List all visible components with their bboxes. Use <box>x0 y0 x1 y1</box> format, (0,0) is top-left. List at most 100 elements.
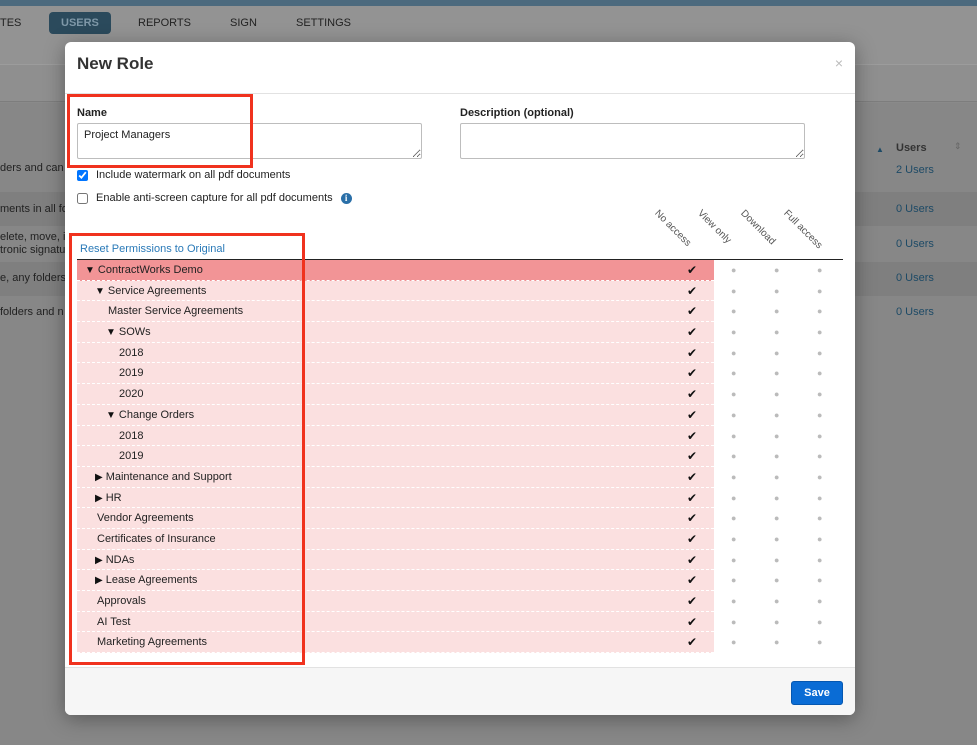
caret-down-icon[interactable]: ▼ <box>106 327 116 338</box>
no-access-check-icon[interactable]: ✔ <box>687 635 697 649</box>
no-access-check-icon[interactable]: ✔ <box>687 304 697 318</box>
download-radio[interactable]: ● <box>774 348 779 358</box>
view-only-radio[interactable]: ● <box>731 348 736 358</box>
caret-right-icon[interactable]: ▶ <box>95 555 103 566</box>
view-only-radio[interactable]: ● <box>731 472 736 482</box>
users-count-link[interactable]: 0 Users <box>896 272 934 284</box>
no-access-check-icon[interactable]: ✔ <box>687 284 697 298</box>
download-radio[interactable]: ● <box>774 534 779 544</box>
download-radio[interactable]: ● <box>774 368 779 378</box>
no-access-check-icon[interactable]: ✔ <box>687 429 697 443</box>
no-access-check-icon[interactable]: ✔ <box>687 408 697 422</box>
download-radio[interactable]: ● <box>774 410 779 420</box>
view-only-radio[interactable]: ● <box>731 513 736 523</box>
download-radio[interactable]: ● <box>774 286 779 296</box>
full-access-radio[interactable]: ● <box>817 389 822 399</box>
view-only-radio[interactable]: ● <box>731 431 736 441</box>
no-access-check-icon[interactable]: ✔ <box>687 511 697 525</box>
nav-tab-templates[interactable]: TES <box>0 12 21 34</box>
view-only-radio[interactable]: ● <box>731 286 736 296</box>
view-only-radio[interactable]: ● <box>731 575 736 585</box>
download-radio[interactable]: ● <box>774 451 779 461</box>
users-column-header[interactable]: Users <box>896 142 927 154</box>
no-access-check-icon[interactable]: ✔ <box>687 615 697 629</box>
no-access-check-icon[interactable]: ✔ <box>687 573 697 587</box>
no-access-check-icon[interactable]: ✔ <box>687 325 697 339</box>
caret-down-icon[interactable]: ▼ <box>95 286 105 297</box>
view-only-radio[interactable]: ● <box>731 617 736 627</box>
download-radio[interactable]: ● <box>774 431 779 441</box>
save-button[interactable]: Save <box>791 681 843 705</box>
full-access-radio[interactable]: ● <box>817 534 822 544</box>
users-count-link[interactable]: 2 Users <box>896 164 934 176</box>
users-count-link[interactable]: 0 Users <box>896 238 934 250</box>
nav-tab-users[interactable]: USERS <box>49 12 111 34</box>
close-icon[interactable]: × <box>835 55 843 71</box>
sort-asc-icon[interactable]: ▲ <box>876 145 884 154</box>
description-field[interactable] <box>460 123 805 159</box>
full-access-radio[interactable]: ● <box>817 617 822 627</box>
full-access-radio[interactable]: ● <box>817 555 822 565</box>
watermark-option[interactable]: Include watermark on all pdf documents <box>77 169 290 181</box>
download-radio[interactable]: ● <box>774 513 779 523</box>
view-only-radio[interactable]: ● <box>731 555 736 565</box>
download-radio[interactable]: ● <box>774 493 779 503</box>
full-access-radio[interactable]: ● <box>817 348 822 358</box>
full-access-radio[interactable]: ● <box>817 575 822 585</box>
no-access-check-icon[interactable]: ✔ <box>687 594 697 608</box>
view-only-radio[interactable]: ● <box>731 493 736 503</box>
view-only-radio[interactable]: ● <box>731 534 736 544</box>
no-access-check-icon[interactable]: ✔ <box>687 449 697 463</box>
full-access-radio[interactable]: ● <box>817 472 822 482</box>
no-access-check-icon[interactable]: ✔ <box>687 470 697 484</box>
full-access-radio[interactable]: ● <box>817 637 822 647</box>
download-radio[interactable]: ● <box>774 265 779 275</box>
caret-right-icon[interactable]: ▶ <box>95 472 103 483</box>
view-only-radio[interactable]: ● <box>731 637 736 647</box>
caret-down-icon[interactable]: ▼ <box>85 265 95 276</box>
anticapture-option[interactable]: Enable anti-screen capture for all pdf d… <box>77 192 352 204</box>
no-access-check-icon[interactable]: ✔ <box>687 346 697 360</box>
full-access-radio[interactable]: ● <box>817 306 822 316</box>
view-only-radio[interactable]: ● <box>731 451 736 461</box>
reset-permissions-link[interactable]: Reset Permissions to Original <box>80 243 225 255</box>
no-access-check-icon[interactable]: ✔ <box>687 387 697 401</box>
download-radio[interactable]: ● <box>774 637 779 647</box>
view-only-radio[interactable]: ● <box>731 306 736 316</box>
download-radio[interactable]: ● <box>774 555 779 565</box>
full-access-radio[interactable]: ● <box>817 513 822 523</box>
full-access-radio[interactable]: ● <box>817 265 822 275</box>
nav-tab-settings[interactable]: SETTINGS <box>296 12 351 34</box>
full-access-radio[interactable]: ● <box>817 451 822 461</box>
full-access-radio[interactable]: ● <box>817 431 822 441</box>
download-radio[interactable]: ● <box>774 306 779 316</box>
sort-icon[interactable]: ⇕ <box>954 141 962 152</box>
download-radio[interactable]: ● <box>774 389 779 399</box>
users-count-link[interactable]: 0 Users <box>896 203 934 215</box>
nav-tab-sign[interactable]: SIGN <box>230 12 257 34</box>
full-access-radio[interactable]: ● <box>817 493 822 503</box>
no-access-check-icon[interactable]: ✔ <box>687 553 697 567</box>
no-access-check-icon[interactable]: ✔ <box>687 491 697 505</box>
full-access-radio[interactable]: ● <box>817 596 822 606</box>
anticapture-checkbox[interactable] <box>77 192 88 204</box>
name-field[interactable] <box>77 123 422 159</box>
full-access-radio[interactable]: ● <box>817 286 822 296</box>
download-radio[interactable]: ● <box>774 575 779 585</box>
watermark-checkbox[interactable] <box>77 169 88 181</box>
download-radio[interactable]: ● <box>774 596 779 606</box>
view-only-radio[interactable]: ● <box>731 596 736 606</box>
view-only-radio[interactable]: ● <box>731 265 736 275</box>
download-radio[interactable]: ● <box>774 617 779 627</box>
no-access-check-icon[interactable]: ✔ <box>687 532 697 546</box>
caret-right-icon[interactable]: ▶ <box>95 575 103 586</box>
info-icon[interactable]: i <box>340 192 352 204</box>
users-count-link[interactable]: 0 Users <box>896 306 934 318</box>
download-radio[interactable]: ● <box>774 327 779 337</box>
full-access-radio[interactable]: ● <box>817 368 822 378</box>
caret-down-icon[interactable]: ▼ <box>106 410 116 421</box>
download-radio[interactable]: ● <box>774 472 779 482</box>
no-access-check-icon[interactable]: ✔ <box>687 366 697 380</box>
full-access-radio[interactable]: ● <box>817 327 822 337</box>
view-only-radio[interactable]: ● <box>731 410 736 420</box>
